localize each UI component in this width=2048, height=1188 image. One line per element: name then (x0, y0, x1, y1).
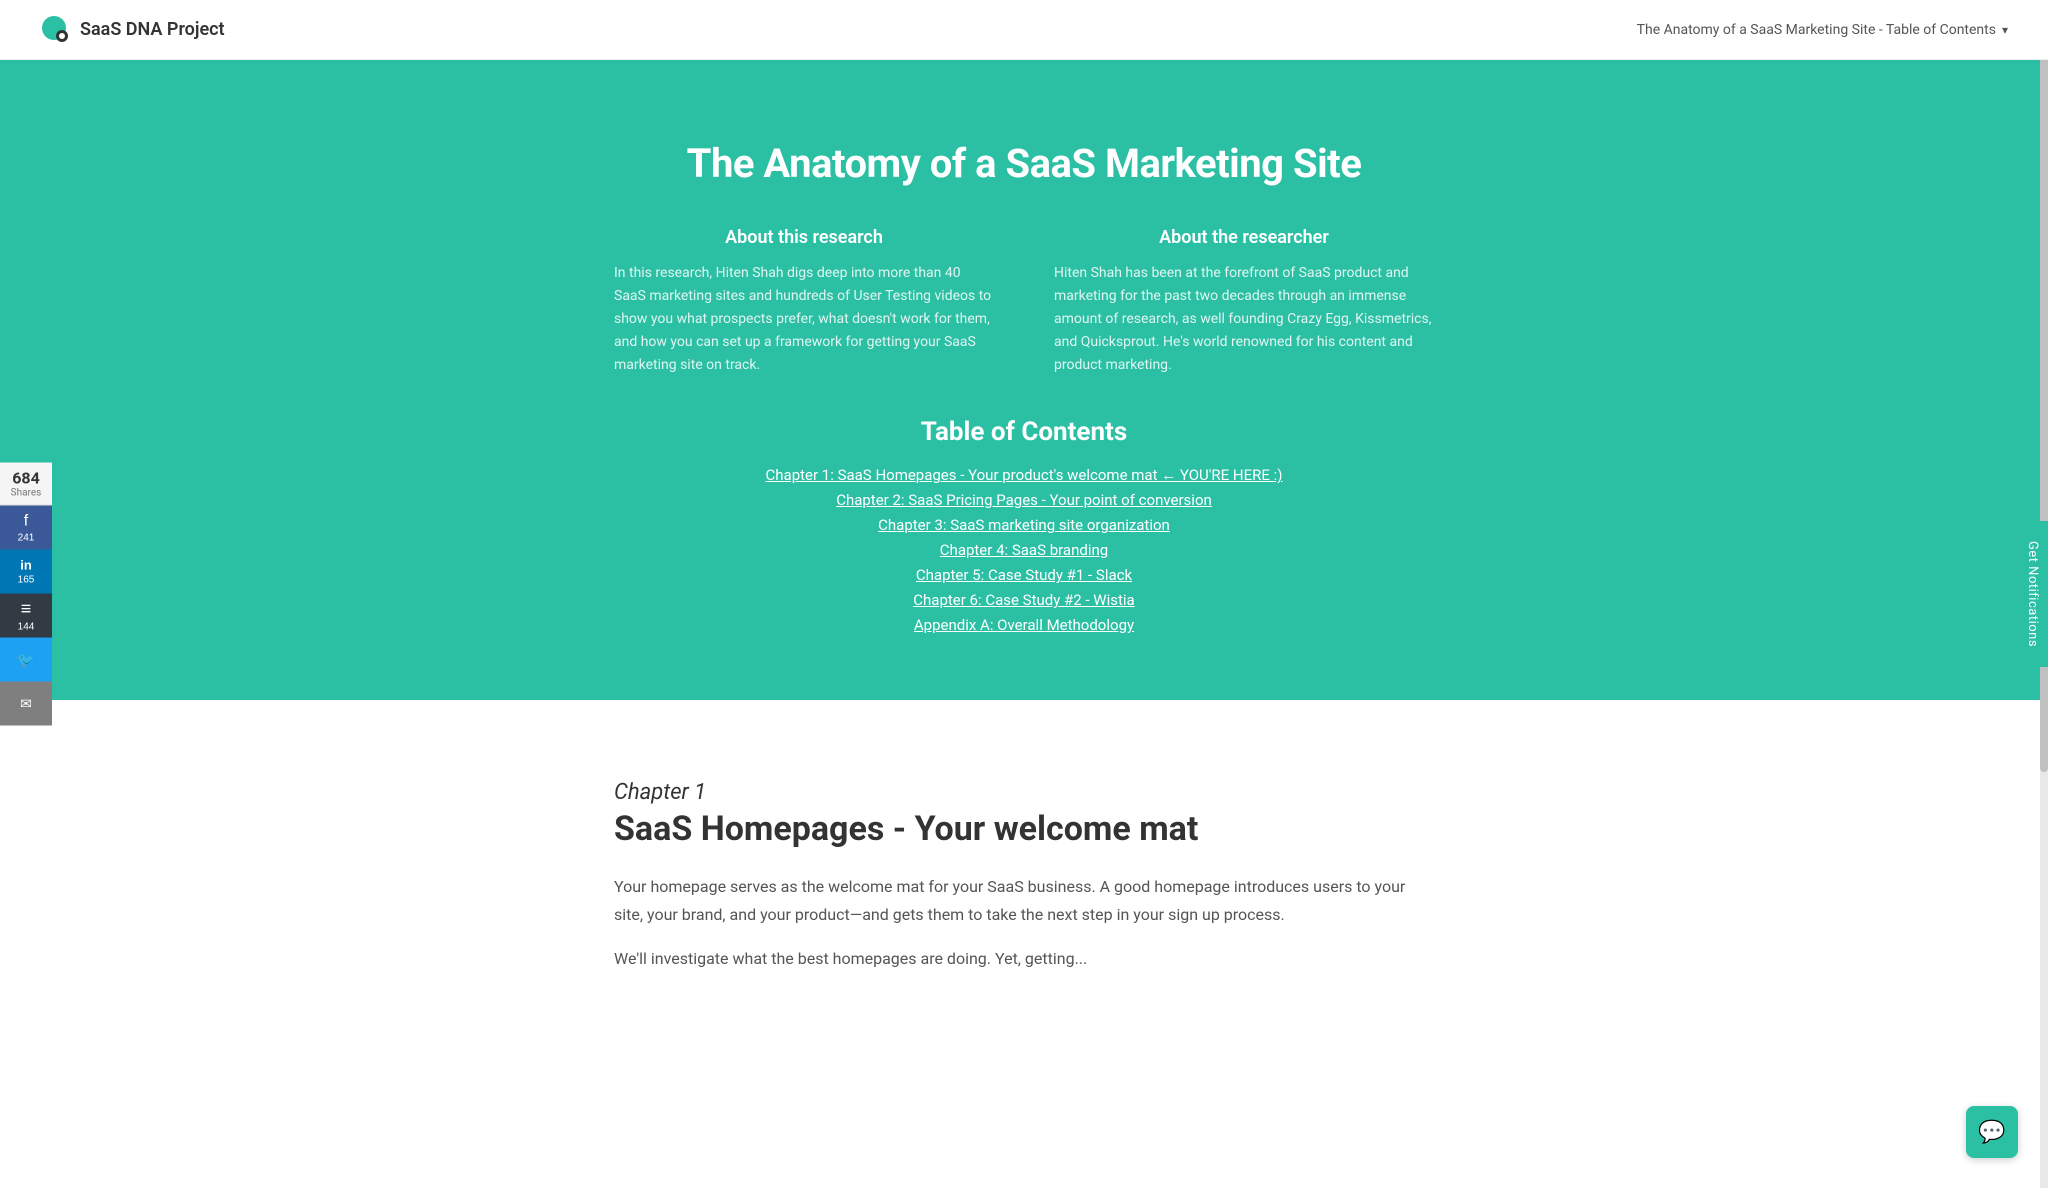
linkedin-count: 165 (18, 575, 35, 586)
nav-dropdown[interactable]: The Anatomy of a SaaS Marketing Site - T… (1637, 22, 2008, 38)
logo-icon (40, 14, 72, 46)
share-count-number: 684 (8, 469, 44, 488)
toc-item-5[interactable]: Chapter 5: Case Study #1 - Slack (916, 566, 1132, 584)
twitter-icon: 🐦 (17, 651, 34, 668)
chapter1-intro-p1: Your homepage serves as the welcome mat … (614, 873, 1434, 929)
share-count-label: Shares (8, 488, 44, 499)
facebook-share-button[interactable]: f 241 (0, 506, 52, 550)
buffer-icon: ≡ (21, 599, 32, 620)
twitter-share-button[interactable]: 🐦 (0, 638, 52, 682)
chapter1-section: Chapter 1 SaaS Homepages - Your welcome … (574, 720, 1474, 1049)
hero-title: The Anatomy of a SaaS Marketing Site (40, 140, 2008, 187)
about-research-text: In this research, Hiten Shah digs deep i… (614, 262, 994, 377)
chat-icon: 💬 (1978, 1120, 2005, 1145)
logo-area: SaaS DNA Project (40, 14, 225, 46)
toc-item-4[interactable]: Chapter 4: SaaS branding (940, 541, 1108, 559)
buffer-count: 144 (18, 622, 35, 633)
toc-list: Chapter 1: SaaS Homepages - Your product… (674, 465, 1374, 634)
about-researcher-col: About the researcher Hiten Shah has been… (1054, 227, 1434, 377)
facebook-count: 241 (18, 532, 35, 543)
toc-item-6[interactable]: Chapter 6: Case Study #2 - Wistia (913, 591, 1134, 609)
chat-button[interactable]: 💬 (1966, 1106, 2018, 1158)
email-share-button[interactable]: ✉ (0, 682, 52, 726)
chapter1-title: SaaS Homepages - Your welcome mat (614, 809, 1434, 849)
facebook-icon: f (24, 512, 28, 530)
about-research-col: About this research In this research, Hi… (614, 227, 994, 377)
linkedin-icon: in (20, 558, 32, 573)
header: SaaS DNA Project The Anatomy of a SaaS M… (0, 0, 2048, 60)
toc-item-1[interactable]: Chapter 1: SaaS Homepages - Your product… (766, 466, 1283, 484)
about-research-heading: About this research (614, 227, 994, 248)
about-researcher-heading: About the researcher (1054, 227, 1434, 248)
toc-item-3[interactable]: Chapter 3: SaaS marketing site organizat… (878, 516, 1170, 534)
about-columns: About this research In this research, Hi… (574, 227, 1474, 377)
chapter1-label: Chapter 1 (614, 780, 1434, 805)
email-icon: ✉ (20, 695, 32, 712)
linkedin-share-button[interactable]: in 165 (0, 550, 52, 594)
buffer-share-button[interactable]: ≡ 144 (0, 594, 52, 638)
table-of-contents: Table of Contents Chapter 1: SaaS Homepa… (674, 417, 1374, 634)
toc-title: Table of Contents (674, 417, 1374, 447)
notifications-label: Get Notifications (2025, 541, 2040, 647)
nav-dropdown-label: The Anatomy of a SaaS Marketing Site - T… (1637, 22, 1996, 38)
content-wrapper: Chapter 1 SaaS Homepages - Your welcome … (0, 700, 2048, 1069)
chapter1-intro-p2: We'll investigate what the best homepage… (614, 945, 1434, 973)
toc-item-7[interactable]: Appendix A: Overall Methodology (914, 616, 1134, 634)
hero-section: The Anatomy of a SaaS Marketing Site Abo… (0, 60, 2048, 700)
notifications-panel[interactable]: Get Notifications (2017, 521, 2048, 667)
share-count-box: 684 Shares (0, 463, 52, 506)
logo-text: SaaS DNA Project (80, 19, 225, 40)
toc-item-2[interactable]: Chapter 2: SaaS Pricing Pages - Your poi… (836, 491, 1212, 509)
chevron-down-icon: ▾ (2002, 23, 2008, 37)
about-researcher-text: Hiten Shah has been at the forefront of … (1054, 262, 1434, 377)
social-sidebar: 684 Shares f 241 in 165 ≡ 144 🐦 ✉ (0, 463, 52, 726)
